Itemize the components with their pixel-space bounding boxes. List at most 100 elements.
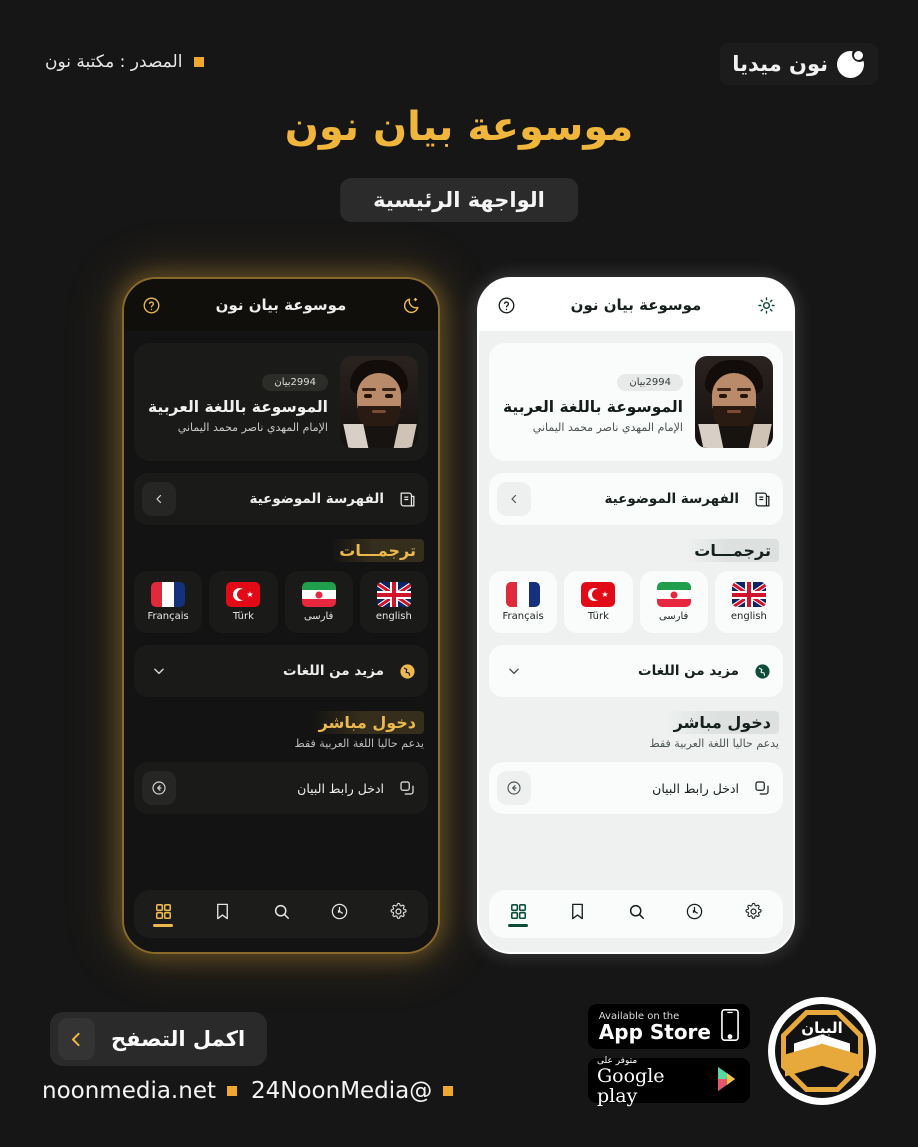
poster-root: نون ميديا المصدر : مكتبة نون موسوعة بيان…: [0, 0, 918, 1147]
language-card-french[interactable]: Français: [134, 571, 203, 633]
app-header-light: موسوعة بيان نون: [479, 279, 793, 331]
chevron-left-icon[interactable]: [58, 1018, 95, 1060]
book-index-icon-light: [749, 486, 775, 512]
arrow-left-circle-icon-light[interactable]: [497, 771, 531, 805]
more-languages-label-light: مزيد من اللغات: [638, 663, 739, 679]
page-title: موسوعة بيان نون: [284, 104, 634, 150]
sun-icon[interactable]: [755, 294, 777, 316]
app-store-text: Available on the App Store: [598, 1010, 711, 1044]
hero-card-text: 2994بيان الموسوعة باللغة العربية الإمام …: [144, 370, 328, 434]
phone-mockup-dark: موسوعة بيان نون 2994بيان الموسوعة باللغة…: [122, 277, 440, 954]
nav-item-search-light[interactable]: [626, 902, 646, 927]
language-card-turkish[interactable]: ★ Türk: [209, 571, 278, 633]
social-handle-item[interactable]: @24NoonMedia: [251, 1078, 454, 1104]
flag-france: [151, 582, 186, 607]
nav-item-grid-light[interactable]: [508, 902, 529, 927]
question-circle-icon-light[interactable]: [495, 294, 517, 316]
social-handle: @24NoonMedia: [251, 1078, 433, 1104]
chevron-down-icon[interactable]: [142, 654, 176, 688]
translations-heading-light: ترجمـــات: [493, 539, 779, 562]
nav-item-history-light[interactable]: [685, 902, 705, 927]
continue-browsing-button[interactable]: اكمل التصفح: [50, 1012, 268, 1066]
hero-card-title-light: الموسوعة باللغة العربية: [503, 398, 683, 416]
brand-name: نون ميديا: [732, 52, 828, 76]
chevron-down-icon-light[interactable]: [497, 654, 531, 688]
app-body-light: 2994بيان الموسوعة باللغة العربية الإمام …: [479, 331, 793, 952]
status-badge: 2994بيان: [262, 374, 328, 391]
avatar-light: [695, 356, 773, 448]
globe-icon: [394, 658, 420, 684]
index-row-light[interactable]: الفهرسة الموضوعية: [489, 473, 783, 525]
flag-uk: [376, 582, 411, 607]
nav-item-bookmark-light[interactable]: [567, 902, 587, 927]
link-copy-icon-light: [749, 775, 775, 801]
language-card-turkish-light[interactable]: ★ Türk: [564, 571, 633, 633]
index-row[interactable]: الفهرسة الموضوعية: [134, 473, 428, 525]
hero-card-light[interactable]: 2994بيان الموسوعة باللغة العربية الإمام …: [489, 343, 783, 461]
language-card-farsi-light[interactable]: فارسی: [639, 571, 708, 633]
website-url: noonmedia.net: [42, 1078, 216, 1104]
link-input-label: ادخل رابط البيان: [297, 780, 384, 796]
flag-turkey: ★: [581, 582, 616, 607]
nav-item-history[interactable]: [330, 902, 350, 927]
link-input-row[interactable]: ادخل رابط البيان: [134, 762, 428, 814]
chevron-left-icon-light[interactable]: [497, 482, 531, 516]
nav-item-grid[interactable]: [153, 902, 174, 927]
index-row-label: الفهرسة الموضوعية: [249, 491, 384, 507]
book-index-icon: [394, 486, 420, 512]
section-badge: الواجهة الرئيسية: [340, 178, 578, 222]
nav-item-gear[interactable]: [389, 902, 409, 927]
app-store-badge[interactable]: Available on the App Store: [588, 1004, 750, 1049]
hero-card-title: الموسوعة باللغة العربية: [148, 398, 328, 416]
bullet-square-icon: [443, 1086, 454, 1096]
bullet-square-icon: [194, 57, 205, 67]
source-line: المصدر : مكتبة نون: [45, 52, 205, 72]
hero-card[interactable]: 2994بيان الموسوعة باللغة العربية الإمام …: [134, 343, 428, 461]
app-screen-dark: موسوعة بيان نون 2994بيان الموسوعة باللغة…: [124, 279, 438, 952]
nav-item-bookmark[interactable]: [212, 902, 232, 927]
more-languages-row-light[interactable]: مزيد من اللغات: [489, 645, 783, 697]
link-input-row-light[interactable]: ادخل رابط البيان: [489, 762, 783, 814]
language-card-french-light[interactable]: Français: [489, 571, 558, 633]
avatar: [340, 356, 418, 448]
top-bar: نون ميديا المصدر : مكتبة نون: [0, 0, 918, 100]
language-card-english-light[interactable]: english: [714, 571, 783, 633]
google-play-text: متوفر على Google play: [597, 1055, 665, 1107]
language-card-farsi[interactable]: فارسی: [284, 571, 353, 633]
bullet-square-icon: [227, 1086, 237, 1096]
status-badge-light: 2994بيان: [617, 374, 683, 391]
google-play-badge[interactable]: متوفر على Google play: [588, 1055, 750, 1107]
direct-entry-heading: دخول مباشر: [138, 711, 424, 734]
globe-icon-light: [749, 658, 775, 684]
translations-list: english فارسی ★ Türk Français: [134, 571, 428, 633]
hero-card-subtitle-light: الإمام المهدي ناصر محمد اليماني: [532, 421, 683, 434]
flag-france: [506, 582, 541, 607]
more-languages-row[interactable]: مزيد من اللغات: [134, 645, 428, 697]
website-item[interactable]: noonmedia.net: [42, 1078, 237, 1104]
flag-uk: [731, 582, 766, 607]
phone-mockup-light: موسوعة بيان نون 2994بيان الموسوعة باللغة…: [477, 277, 795, 954]
crescent-moon-icon: [837, 46, 867, 78]
translations-list-light: english فارسی ★ Türk Français: [489, 571, 783, 633]
hero-card-text-light: 2994بيان الموسوعة باللغة العربية الإمام …: [499, 370, 683, 434]
moon-icon[interactable]: [400, 294, 422, 316]
translations-heading: ترجمـــات: [138, 539, 424, 562]
app-screen-light: موسوعة بيان نون 2994بيان الموسوعة باللغة…: [479, 279, 793, 952]
nav-item-gear-light[interactable]: [744, 902, 764, 927]
app-body: 2994بيان الموسوعة باللغة العربية الإمام …: [124, 331, 438, 952]
index-row-label-light: الفهرسة الموضوعية: [604, 491, 739, 507]
hero-card-subtitle: الإمام المهدي ناصر محمد اليماني: [177, 421, 328, 434]
nav-item-search[interactable]: [271, 902, 291, 927]
chevron-left-icon[interactable]: [142, 482, 176, 516]
al-bayan-seal-logo: البيان: [768, 997, 876, 1105]
language-card-english[interactable]: english: [359, 571, 428, 633]
flag-turkey: ★: [226, 582, 261, 607]
source-text: المصدر : مكتبة نون: [45, 52, 183, 72]
social-links: @24NoonMedia noonmedia.net: [42, 1078, 454, 1104]
continue-browsing-label: اكمل التصفح: [111, 1027, 246, 1051]
arrow-left-circle-icon[interactable]: [142, 771, 176, 805]
google-play-triangle-icon: [715, 1065, 741, 1097]
question-circle-icon[interactable]: [140, 294, 162, 316]
bottom-nav-light: [489, 890, 783, 938]
bottom-nav: [134, 890, 428, 938]
